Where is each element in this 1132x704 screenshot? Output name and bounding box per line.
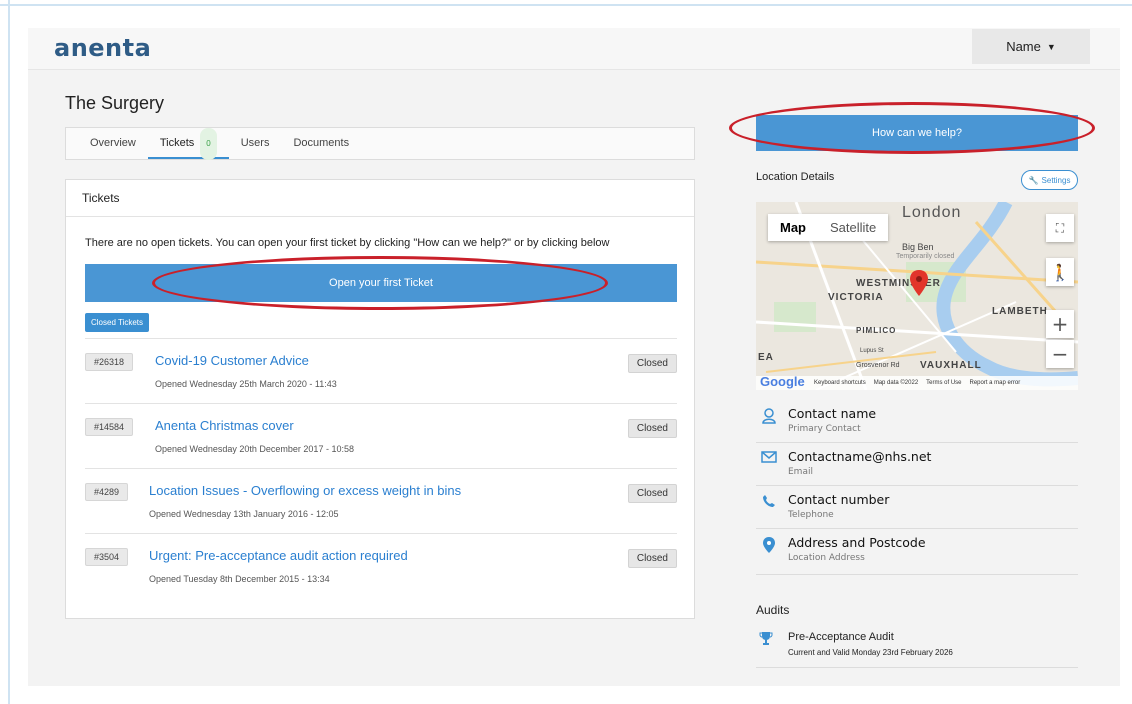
open-first-ticket-button[interactable]: Open your first Ticket [85, 264, 677, 302]
ticket-status-badge: Closed [627, 484, 677, 503]
trophy-icon [759, 631, 773, 649]
user-menu-label: Name [1006, 39, 1041, 54]
closed-tickets-button[interactable]: Closed Tickets [85, 313, 150, 332]
contact-address: Address and Postcode [788, 535, 926, 550]
app-window: anenta Name ▼ The Surgery Overview Ticke… [28, 28, 1120, 686]
user-menu-button[interactable]: Name ▼ [972, 29, 1090, 64]
contact-row: Contact number Telephone [756, 486, 1078, 529]
tab-label: Overview [90, 137, 136, 149]
contact-list: Contact name Primary Contact Contactname… [756, 400, 1078, 575]
ticket-id: #4289 [85, 483, 129, 501]
map-label-lupus-st: Lupus St [860, 348, 884, 354]
tickets-count-badge: 0 [200, 128, 217, 160]
contact-phone[interactable]: Contact number [788, 492, 889, 507]
audits-title: Audits [756, 603, 790, 617]
map-pin-icon[interactable] [910, 270, 928, 296]
ticket-id: #26318 [85, 353, 134, 371]
contact-row: Contact name Primary Contact [756, 400, 1078, 443]
top-bar: anenta Name ▼ [28, 28, 1120, 70]
contact-name-label: Primary Contact [788, 424, 861, 434]
wrench-icon: 🔧 [1028, 175, 1039, 185]
settings-label: Settings [1041, 175, 1071, 185]
anenta-logo[interactable]: anenta [54, 34, 151, 62]
ticket-status-badge: Closed [627, 354, 677, 373]
ticket-id: #14584 [85, 418, 134, 436]
ticket-title-link[interactable]: Covid-19 Customer Advice [155, 353, 309, 368]
map-label-grosvenor-rd: Grosvenor Rd [856, 362, 900, 369]
map-label-westminster: WESTMINSTER [856, 278, 941, 289]
contact-email[interactable]: Contactname@nhs.net [788, 449, 931, 464]
tab-documents[interactable]: Documents [281, 128, 361, 159]
map-label-vauxhall: VAUXHALL [920, 360, 982, 371]
google-logo: Google [760, 374, 805, 389]
ticket-opened-date: Opened Tuesday 8th December 2015 - 13:34 [149, 574, 330, 584]
street-view-pegman-icon[interactable]: 🚶 [1046, 258, 1074, 286]
audit-title: Pre-Acceptance Audit [788, 631, 894, 643]
ticket-opened-date: Opened Wednesday 13th January 2016 - 12:… [149, 509, 339, 519]
tab-label: Users [240, 137, 270, 149]
map-label-lambeth: LAMBETH [992, 306, 1048, 317]
envelope-icon [760, 451, 778, 469]
frame-top-border [0, 4, 1132, 6]
tab-label: Documents [293, 137, 350, 149]
tickets-panel: Tickets There are no open tickets. You c… [65, 179, 695, 619]
tickets-panel-header: Tickets [66, 180, 694, 217]
contact-row: Contactname@nhs.net Email [756, 443, 1078, 486]
tab-label: Tickets [159, 137, 195, 149]
how-can-we-help-button[interactable]: How can we help? [756, 115, 1078, 151]
ticket-row: #4289 Location Issues - Overflowing or e… [85, 468, 677, 533]
location-map[interactable]: London Big Ben Temporarily closed WESTMI… [756, 202, 1078, 390]
tab-overview[interactable]: Overview [78, 128, 148, 159]
map-label-big-ben-note: Temporarily closed [896, 253, 955, 260]
contact-email-label: Email [788, 467, 813, 477]
page-title: The Surgery [65, 93, 165, 113]
map-label-pimlico: PIMLICO [856, 326, 897, 335]
location-details-title: Location Details [756, 171, 835, 183]
ticket-row: #26318 Covid-19 Customer Advice Opened W… [85, 338, 677, 403]
map-data-credit: Map data ©2022 [873, 380, 919, 386]
tab-users[interactable]: Users [229, 128, 282, 159]
zoom-in-button[interactable]: + [1046, 310, 1074, 338]
ticket-status-badge: Closed [627, 419, 677, 438]
empty-tickets-message: There are no open tickets. You can open … [85, 237, 610, 249]
map-label-ea: EA [758, 352, 774, 363]
map-type-control: Map Satellite [768, 214, 889, 241]
ticket-row: #14584 Anenta Christmas cover Opened Wed… [85, 403, 677, 468]
report-map-error-link[interactable]: Report a map error [970, 380, 1021, 386]
ticket-title-link[interactable]: Anenta Christmas cover [155, 418, 294, 433]
user-icon [760, 408, 778, 426]
tab-bar: Overview Tickets 0 Users Documents [65, 127, 695, 160]
audit-row: Pre-Acceptance Audit Current and Valid M… [756, 628, 1078, 668]
zoom-out-button[interactable]: − [1046, 340, 1074, 368]
caret-down-icon: ▼ [1046, 41, 1056, 52]
map-label-london: London [902, 204, 962, 221]
settings-button[interactable]: 🔧 Settings [1021, 170, 1078, 190]
keyboard-shortcuts-link[interactable]: Keyboard shortcuts [814, 380, 866, 386]
tab-tickets[interactable]: Tickets 0 [147, 128, 229, 160]
ticket-id: #3504 [85, 548, 129, 566]
ticket-opened-date: Opened Wednesday 20th December 2017 - 10… [155, 444, 354, 454]
contact-name: Contact name [788, 406, 877, 421]
frame-left-border [8, 0, 10, 704]
phone-icon [760, 494, 778, 512]
audit-status: Current and Valid Monday 23rd February 2… [788, 648, 953, 657]
ticket-opened-date: Opened Wednesday 25th March 2020 - 11:43 [155, 379, 337, 389]
ticket-row: #3504 Urgent: Pre-acceptance audit actio… [85, 533, 677, 598]
location-pin-icon [760, 537, 778, 555]
ticket-status-badge: Closed [627, 549, 677, 568]
map-tab-satellite[interactable]: Satellite [818, 214, 888, 241]
ticket-list: #26318 Covid-19 Customer Advice Opened W… [85, 338, 677, 598]
ticket-title-link[interactable]: Urgent: Pre-acceptance audit action requ… [149, 548, 408, 563]
terms-of-use-link[interactable]: Terms of Use [926, 380, 961, 386]
contact-address-label: Location Address [788, 553, 865, 563]
map-tab-map[interactable]: Map [768, 214, 818, 241]
fullscreen-icon[interactable]: ⛶ [1046, 214, 1074, 242]
contact-row: Address and Postcode Location Address [756, 529, 1078, 575]
ticket-title-link[interactable]: Location Issues - Overflowing or excess … [149, 483, 461, 498]
map-label-big-ben: Big Ben [902, 242, 934, 252]
contact-phone-label: Telephone [788, 510, 834, 520]
map-label-victoria: VICTORIA [828, 292, 884, 303]
